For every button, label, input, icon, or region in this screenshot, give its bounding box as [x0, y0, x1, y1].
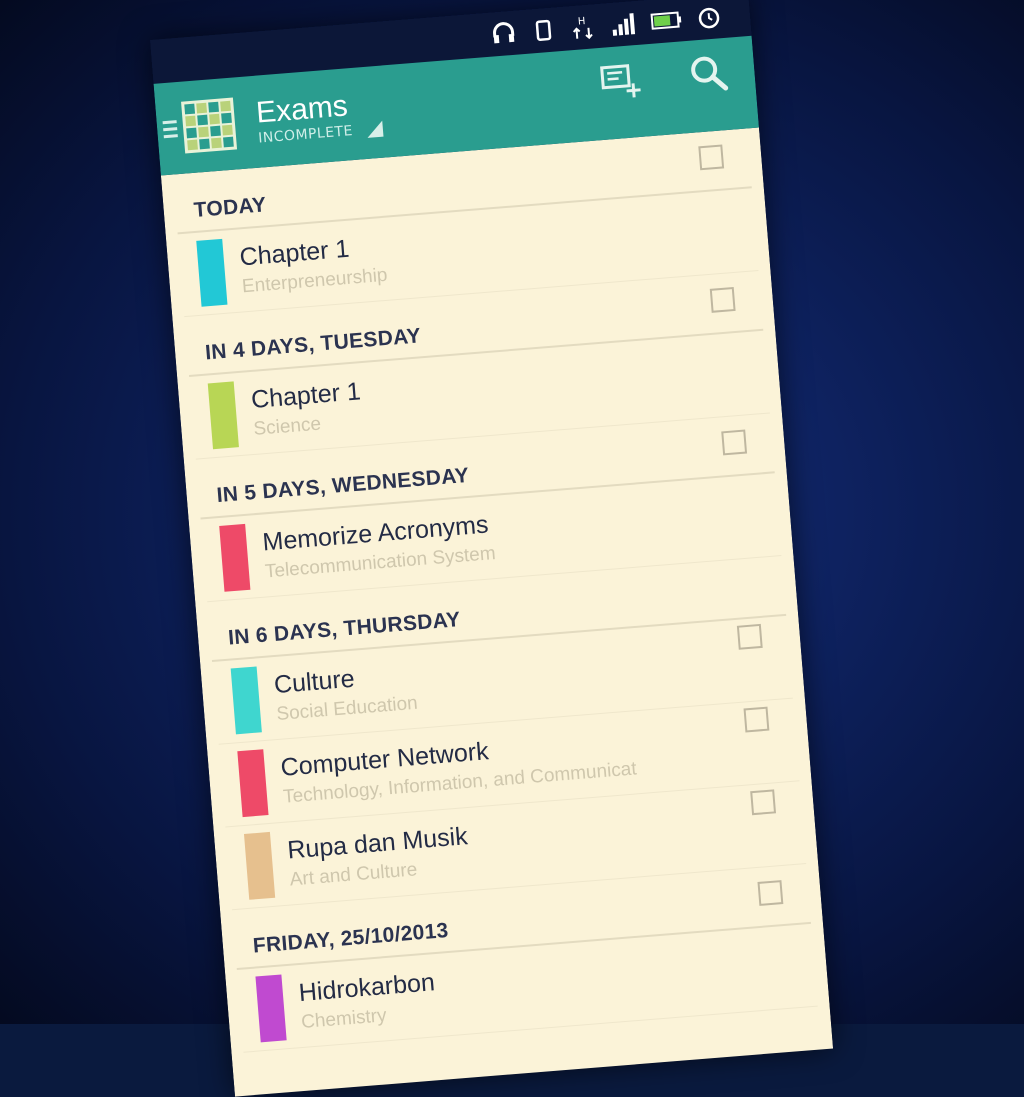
subject-color-bar — [196, 238, 228, 307]
phone-screen: H Exams INCOMPLETE TODAY Chapter 1 Enterpr… — [150, 0, 834, 1097]
subject-color-bar — [230, 666, 262, 735]
task-list: TODAY Chapter 1 Enterpreneurship IN 4 DAYS,… — [160, 127, 834, 1097]
item-checkbox[interactable] — [698, 144, 725, 171]
data-transfer-icon: H — [572, 16, 593, 40]
item-checkbox[interactable] — [757, 880, 784, 906]
section-label: TODAY — [192, 193, 268, 222]
task-text: Culture Social Education — [273, 659, 419, 725]
signal-icon — [612, 13, 636, 36]
item-checkbox[interactable] — [736, 623, 763, 650]
drawer-menu-icon[interactable] — [162, 119, 178, 138]
item-checkbox[interactable] — [750, 789, 777, 816]
search-button[interactable] — [685, 50, 732, 97]
app-logo[interactable] — [181, 97, 238, 154]
headset-icon — [493, 22, 515, 44]
subject-color-bar — [243, 831, 276, 900]
subject-color-bar — [237, 749, 269, 818]
battery-icon — [650, 11, 682, 30]
subject-color-bar — [207, 381, 239, 450]
subject-color-bar — [219, 523, 251, 592]
rotate-icon — [535, 19, 552, 41]
list-selector[interactable]: Exams INCOMPLETE — [255, 87, 384, 147]
item-checkbox[interactable] — [709, 286, 736, 313]
section-label: FRIDAY, 25/10/2013 — [252, 918, 450, 958]
section-label: IN 4 DAYS, TUESDAY — [204, 324, 422, 365]
search-icon — [691, 56, 729, 91]
add-task-icon — [600, 64, 641, 98]
task-text: Computer Network Technology, Information,… — [280, 725, 638, 808]
svg-text:H: H — [578, 16, 586, 28]
item-checkbox[interactable] — [721, 429, 748, 456]
task-title: Chapter 1 — [250, 376, 362, 414]
alarm-icon — [698, 7, 720, 29]
task-text: Rupa dan Musik Art and Culture — [286, 822, 470, 891]
task-subject: Science — [252, 413, 322, 440]
item-checkbox[interactable] — [743, 706, 770, 733]
add-task-button[interactable] — [597, 57, 644, 104]
task-text: Chapter 1 Science — [250, 377, 364, 441]
subject-color-bar — [255, 974, 287, 1043]
task-text: Memorize Acronyms Telecommunication Syste… — [262, 510, 497, 583]
task-text: Chapter 1 Enterpreneurship — [239, 231, 389, 298]
dropdown-triangle-icon — [366, 120, 384, 138]
